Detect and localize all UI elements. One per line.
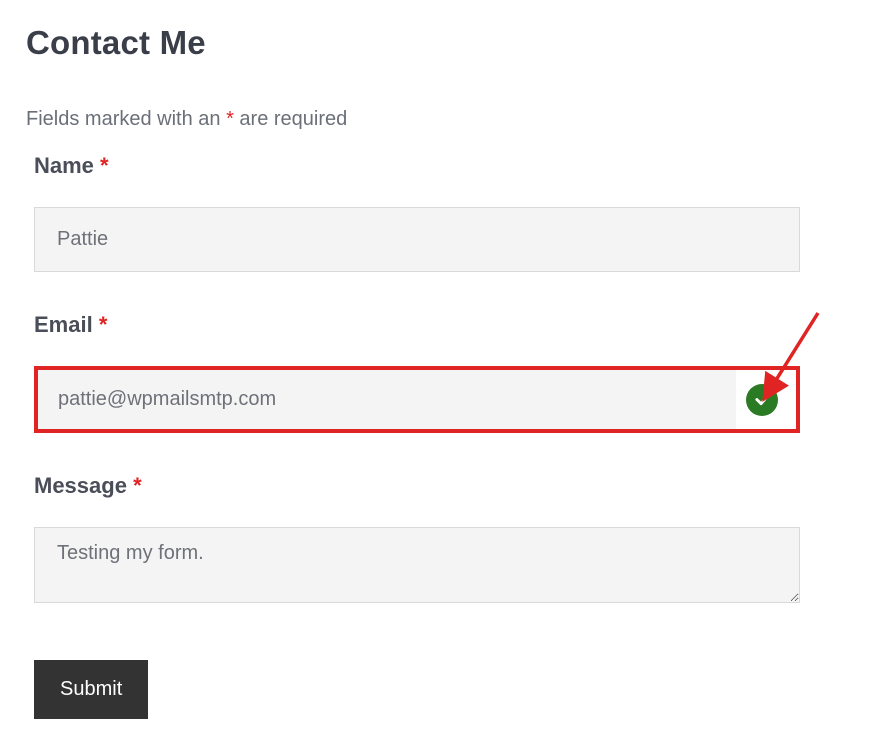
email-input-wrap [34, 366, 800, 433]
required-asterisk: * [226, 108, 234, 130]
name-input-wrap [34, 207, 800, 272]
submit-button[interactable]: Submit [34, 660, 148, 719]
checkmark-icon [746, 384, 778, 416]
required-note-prefix: Fields marked with an [26, 108, 226, 130]
name-asterisk: * [100, 153, 109, 178]
message-textarea[interactable] [34, 527, 800, 603]
name-label: Name * [34, 153, 852, 179]
message-label: Message * [34, 473, 852, 499]
form-field-message: Message * [26, 473, 852, 608]
message-label-text: Message [34, 473, 127, 498]
form-field-email: Email * [26, 312, 852, 433]
message-asterisk: * [133, 473, 142, 498]
name-input[interactable] [34, 207, 800, 272]
email-asterisk: * [99, 312, 108, 337]
required-note-suffix: are required [234, 108, 347, 130]
email-input[interactable] [38, 370, 736, 429]
name-label-text: Name [34, 153, 94, 178]
required-fields-note: Fields marked with an * are required [26, 108, 852, 131]
page-title: Contact Me [26, 24, 852, 62]
form-field-name: Name * [26, 153, 852, 272]
email-label: Email * [34, 312, 852, 338]
email-label-text: Email [34, 312, 93, 337]
message-input-wrap [34, 527, 800, 608]
